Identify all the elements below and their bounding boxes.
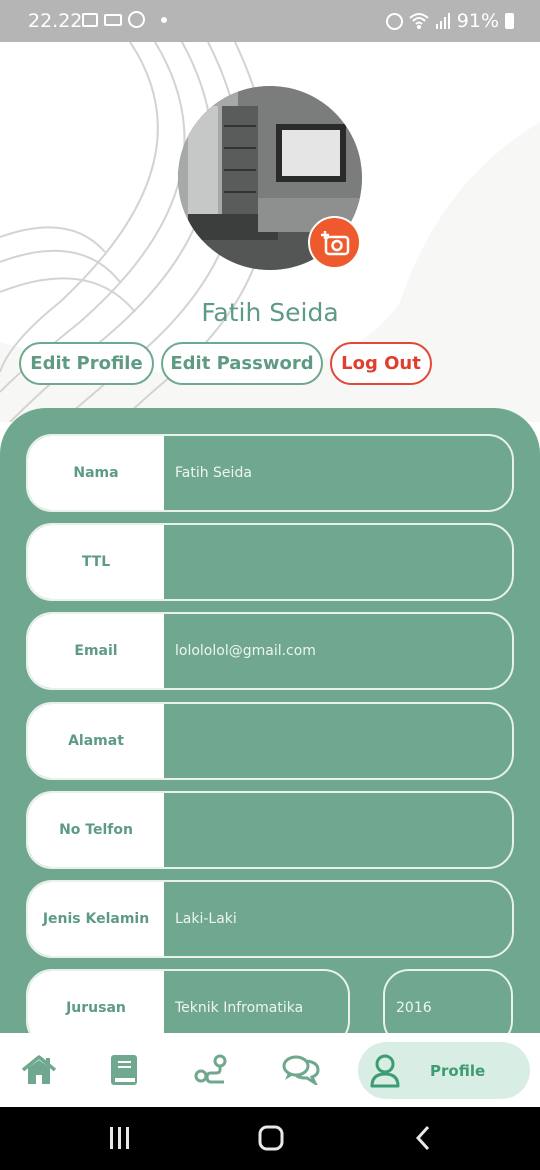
field-ttl[interactable]: TTL xyxy=(26,523,514,601)
home-button-icon[interactable] xyxy=(258,1125,284,1151)
status-bar: 22.22 91% xyxy=(0,0,540,42)
signal-icon xyxy=(435,13,450,29)
chat-icon xyxy=(282,1055,320,1085)
image-icon xyxy=(82,12,98,27)
battery-percent: 91% xyxy=(456,10,499,32)
field-no-telfon[interactable]: No Telfon xyxy=(26,791,514,869)
back-icon[interactable] xyxy=(413,1125,433,1151)
field-nama[interactable]: Nama Fatih Seida xyxy=(26,434,514,512)
alarm-icon xyxy=(385,12,403,30)
system-navigation-bar xyxy=(0,1107,540,1170)
field-label: TTL xyxy=(28,525,164,599)
nav-chat[interactable] xyxy=(276,1033,326,1107)
field-value: Laki-Laki xyxy=(175,911,237,927)
status-time: 22.22 xyxy=(28,10,83,32)
logout-button[interactable]: Log Out xyxy=(330,342,432,385)
field-jenis-kelamin[interactable]: Jenis Kelamin Laki-Laki xyxy=(26,880,514,958)
facebook-icon xyxy=(128,11,145,28)
edit-password-button[interactable]: Edit Password xyxy=(161,342,323,385)
field-value: lolololol@gmail.com xyxy=(175,643,316,659)
recent-apps-icon[interactable] xyxy=(108,1126,132,1150)
nav-profile[interactable]: Profile xyxy=(358,1042,530,1099)
laptop-icon xyxy=(104,13,122,26)
home-icon xyxy=(21,1055,57,1084)
bottom-navigation: Profile xyxy=(0,1033,540,1107)
field-value: Fatih Seida xyxy=(175,465,252,481)
user-icon xyxy=(370,1054,400,1087)
route-icon xyxy=(194,1054,227,1084)
nav-book[interactable] xyxy=(100,1033,148,1107)
nav-profile-label: Profile xyxy=(430,1061,486,1080)
dot-icon xyxy=(161,16,167,23)
edit-profile-button[interactable]: Edit Profile xyxy=(19,342,154,385)
field-label: Alamat xyxy=(28,704,164,778)
field-alamat[interactable]: Alamat xyxy=(26,702,514,780)
profile-name: Fatih Seida xyxy=(201,298,339,327)
battery-icon xyxy=(505,13,514,29)
field-label: No Telfon xyxy=(28,793,164,867)
book-icon xyxy=(111,1055,137,1085)
field-label: Nama xyxy=(28,436,164,510)
change-photo-button[interactable] xyxy=(308,216,361,269)
field-label: Jenis Kelamin xyxy=(28,882,164,956)
field-email[interactable]: Email lolololol@gmail.com xyxy=(26,612,514,690)
nav-home[interactable] xyxy=(14,1033,64,1107)
add-photo-icon xyxy=(320,230,349,255)
wifi-icon xyxy=(409,13,429,29)
field-label: Email xyxy=(28,614,164,688)
nav-route[interactable] xyxy=(187,1033,235,1107)
